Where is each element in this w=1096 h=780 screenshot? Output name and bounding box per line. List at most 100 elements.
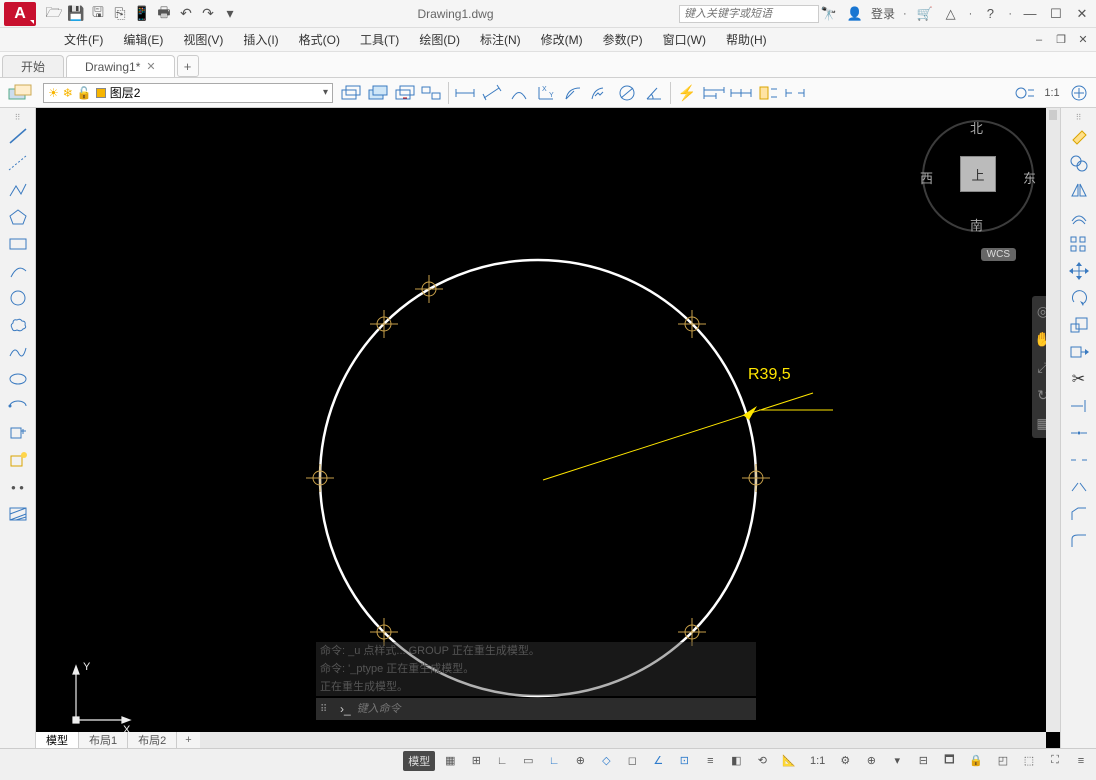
dim-break-icon[interactable]	[782, 81, 808, 105]
search-icon[interactable]: 🔭	[819, 4, 839, 24]
hatch-icon[interactable]	[3, 501, 33, 527]
status-cycling-icon[interactable]: ⟲	[751, 751, 773, 771]
break-icon[interactable]	[1064, 447, 1094, 473]
status-osnap-icon[interactable]: ◻	[621, 751, 643, 771]
dim-baseline-icon[interactable]	[701, 81, 727, 105]
grip-icon[interactable]: ⠿	[3, 112, 33, 122]
saveas-icon[interactable]: 🖫	[88, 4, 108, 24]
chamfer-icon[interactable]	[1064, 501, 1094, 527]
save-icon[interactable]: 💾	[66, 4, 86, 24]
status-customize-icon[interactable]: ≡	[1070, 751, 1092, 771]
add-layout-button[interactable]: +	[177, 734, 199, 746]
status-model-button[interactable]: 模型	[403, 751, 435, 771]
menu-window[interactable]: 窗口(W)	[653, 29, 716, 50]
stretch-icon[interactable]	[1064, 339, 1094, 365]
revcloud-icon[interactable]	[3, 312, 33, 338]
print-icon[interactable]: 🖶	[154, 4, 174, 24]
drag-handle-icon[interactable]: ⠿	[320, 704, 334, 715]
mobile-icon[interactable]: 📱	[132, 4, 152, 24]
dim-jogged-icon[interactable]	[587, 81, 613, 105]
rectangle-icon[interactable]	[3, 231, 33, 257]
layout-tab-2[interactable]: 布局2	[128, 732, 177, 748]
dim-ordinate-icon[interactable]: XY	[533, 81, 559, 105]
viewcube[interactable]: 上 北 南 西 东	[922, 120, 1034, 232]
menu-format[interactable]: 格式(O)	[289, 29, 350, 50]
dim-linear-icon[interactable]	[452, 81, 478, 105]
close-icon[interactable]: ✕	[1072, 4, 1092, 24]
user-icon[interactable]: 👤	[845, 4, 865, 24]
app-logo[interactable]: A	[4, 2, 36, 26]
layer-prev-icon[interactable]	[392, 81, 418, 105]
center-mark-icon[interactable]	[1066, 81, 1092, 105]
erase-icon[interactable]	[1064, 123, 1094, 149]
redo-icon[interactable]: ↷	[198, 4, 218, 24]
dim-continue-icon[interactable]	[728, 81, 754, 105]
doctab-start[interactable]: 开始	[2, 55, 64, 77]
insert-block-icon[interactable]	[3, 420, 33, 446]
make-block-icon[interactable]	[3, 447, 33, 473]
doctab-drawing1[interactable]: Drawing1* ✕	[66, 55, 175, 77]
scale-label[interactable]: 1:1	[1039, 81, 1065, 105]
status-lwt-icon[interactable]: ≡	[699, 751, 721, 771]
maximize-icon[interactable]: ☐	[1046, 4, 1066, 24]
status-cleanscreen-icon[interactable]: ⛶	[1044, 751, 1066, 771]
polyline-icon[interactable]	[3, 177, 33, 203]
status-3dosnap-icon[interactable]: ∠	[647, 751, 669, 771]
status-quickprops-icon[interactable]: 🗖	[938, 751, 960, 771]
menu-modify[interactable]: 修改(M)	[531, 29, 593, 50]
menu-file[interactable]: 文件(F)	[54, 29, 113, 50]
status-annoscale-icon[interactable]: 📐	[777, 751, 801, 771]
open-icon[interactable]: 🗁	[44, 4, 64, 24]
mdi-restore-icon[interactable]: ❐	[1052, 33, 1070, 47]
layout-tab-model[interactable]: 模型	[36, 732, 79, 748]
extend-icon[interactable]	[1064, 393, 1094, 419]
export-icon[interactable]: ⎘	[110, 4, 130, 24]
status-dyn-icon[interactable]: ▭	[517, 751, 539, 771]
menu-view[interactable]: 视图(V)	[173, 29, 233, 50]
scale-icon[interactable]	[1064, 312, 1094, 338]
new-doctab-button[interactable]: +	[177, 55, 199, 77]
dim-arc-icon[interactable]	[506, 81, 532, 105]
dim-angular-icon[interactable]	[641, 81, 667, 105]
status-snap-icon[interactable]: ⊞	[465, 751, 487, 771]
status-grid-icon[interactable]: ▦	[439, 751, 461, 771]
drawn-circle[interactable]	[320, 260, 756, 696]
trim-icon[interactable]: ✂	[1064, 366, 1094, 392]
viewcube-top[interactable]: 上	[960, 156, 996, 192]
status-ui-lock-icon[interactable]: 🔒	[964, 751, 988, 771]
status-workspace-icon[interactable]: ▾	[886, 751, 908, 771]
app-exchange-icon[interactable]: △	[941, 4, 961, 24]
break-at-point-icon[interactable]	[1064, 420, 1094, 446]
dim-radius-icon[interactable]	[560, 81, 586, 105]
horizontal-scrollbar[interactable]: 模型 布局1 布局2 +	[36, 732, 1046, 748]
arc-icon[interactable]	[3, 258, 33, 284]
layer-combo[interactable]: ☀ ❄ 🔓 图层2 ▾	[43, 83, 333, 103]
menu-dimension[interactable]: 标注(N)	[470, 29, 531, 50]
move-icon[interactable]	[1064, 258, 1094, 284]
viewcube-w[interactable]: 西	[920, 168, 933, 187]
join-icon[interactable]	[1064, 474, 1094, 500]
rotate-icon[interactable]	[1064, 285, 1094, 311]
layer-match-icon[interactable]	[419, 81, 445, 105]
layer-states-icon[interactable]	[338, 81, 364, 105]
menu-tools[interactable]: 工具(T)	[350, 29, 409, 50]
wcs-badge[interactable]: WCS	[981, 248, 1016, 261]
qat-expand-icon[interactable]: ▾	[220, 4, 240, 24]
array-icon[interactable]	[1064, 231, 1094, 257]
doctab-close-icon[interactable]: ✕	[146, 60, 155, 73]
drawing-canvas[interactable]: Y X R39,5 上 北 南 西 东 WCS ◎ ✋ ⤢ ↻ ▦	[36, 108, 1060, 748]
help-icon[interactable]: ?	[980, 4, 1000, 24]
mdi-close-icon[interactable]: ✕	[1074, 33, 1092, 47]
grip-icon[interactable]: ⠿	[1064, 112, 1094, 122]
dim-diameter-icon[interactable]	[614, 81, 640, 105]
line-icon[interactable]	[3, 123, 33, 149]
mirror-icon[interactable]	[1064, 177, 1094, 203]
circle-icon[interactable]	[3, 285, 33, 311]
fillet-icon[interactable]	[1064, 528, 1094, 554]
offset-icon[interactable]	[1064, 204, 1094, 230]
help-search-input[interactable]	[679, 5, 819, 23]
dim-aligned-icon[interactable]	[479, 81, 505, 105]
ellipse-arc-icon[interactable]	[3, 393, 33, 419]
status-transparency-icon[interactable]: ◧	[725, 751, 747, 771]
ellipse-icon[interactable]	[3, 366, 33, 392]
